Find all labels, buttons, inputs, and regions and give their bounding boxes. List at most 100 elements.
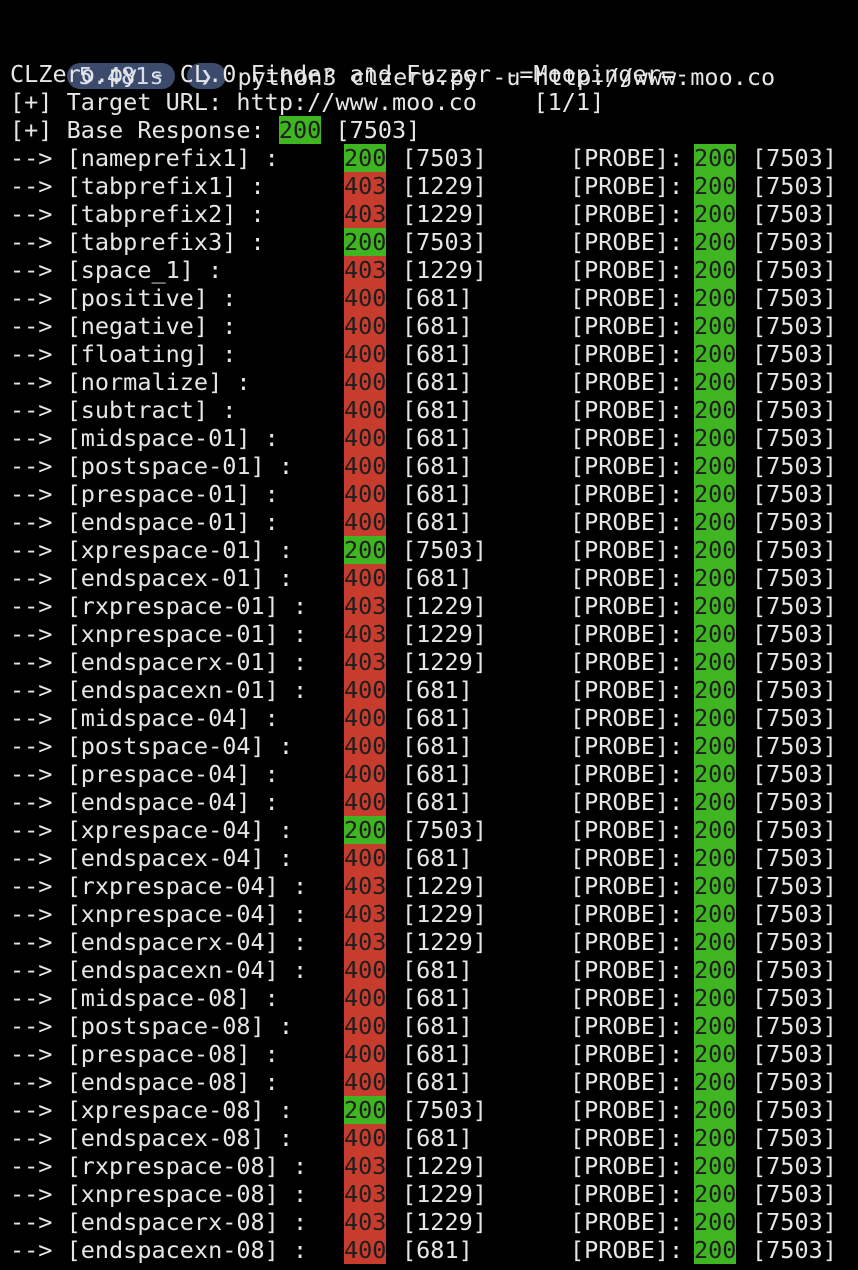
result-name: --> [negative] : bbox=[10, 312, 237, 340]
base-response-label: [+] Base Response: bbox=[10, 116, 265, 144]
result-row: --> [endspacerx-04] : 403 [1229] [PROBE]: 20… bbox=[10, 928, 858, 956]
probe-length: [7503] bbox=[752, 340, 837, 368]
probe-length: [7503] bbox=[752, 1012, 837, 1040]
result-row: --> [endspacex-01] : 400 [681] [PROBE]: 200 [… bbox=[10, 564, 858, 592]
probe-label: [PROBE]: bbox=[570, 704, 684, 732]
probe-length: [7503] bbox=[752, 228, 837, 256]
result-name: --> [prespace-08] : bbox=[10, 1040, 279, 1068]
result-length: [1229] bbox=[402, 172, 487, 200]
probe-label: [PROBE]: bbox=[570, 564, 684, 592]
probe-label: [PROBE]: bbox=[570, 900, 684, 928]
result-row: --> [midspace-08] : 400 [681] [PROBE]: 200 [7… bbox=[10, 984, 858, 1012]
result-name: --> [tabprefix1] : bbox=[10, 172, 265, 200]
probe-status: 200 bbox=[694, 284, 737, 312]
result-length: [681] bbox=[402, 424, 473, 452]
probe-label: [PROBE]: bbox=[570, 620, 684, 648]
result-row: --> [nameprefix1] : 200 [7503] [PROBE]: 200 [… bbox=[10, 144, 858, 172]
probe-length: [7503] bbox=[752, 900, 837, 928]
result-length: [1229] bbox=[402, 928, 487, 956]
probe-length: [7503] bbox=[752, 648, 837, 676]
result-row: --> [endspacexn-04] : 400 [681] [PROBE]: 200… bbox=[10, 956, 858, 984]
result-status: 400 bbox=[344, 284, 387, 312]
result-length: [681] bbox=[402, 1012, 473, 1040]
probe-status: 200 bbox=[694, 480, 737, 508]
probe-length: [7503] bbox=[752, 172, 837, 200]
probe-label: [PROBE]: bbox=[570, 1152, 684, 1180]
probe-length: [7503] bbox=[752, 1124, 837, 1152]
terminal-output[interactable]: 5.481s ❯ python3 clzero.py -u http://www.m… bbox=[10, 30, 858, 1264]
result-length: [681] bbox=[402, 480, 473, 508]
probe-length: [7503] bbox=[752, 396, 837, 424]
result-name: --> [endspace-04] : bbox=[10, 788, 279, 816]
probe-length: [7503] bbox=[752, 508, 837, 536]
result-name: --> [endspacerx-01] : bbox=[10, 648, 308, 676]
prompt-line: 5.481s ❯ python3 clzero.py -u http://www.m… bbox=[10, 30, 858, 91]
result-row: --> [rxprespace-04] : 403 [1229] [PROBE]: 20… bbox=[10, 872, 858, 900]
probe-label: [PROBE]: bbox=[570, 928, 684, 956]
result-length: [1229] bbox=[402, 620, 487, 648]
result-length: [1229] bbox=[402, 592, 487, 620]
probe-label: [PROBE]: bbox=[570, 956, 684, 984]
probe-status: 200 bbox=[694, 816, 737, 844]
result-length: [7503] bbox=[402, 536, 487, 564]
banner-line: CLZero.py - CL.0 Finder and Fuzzer -=Moo… bbox=[10, 60, 690, 88]
probe-status: 200 bbox=[694, 1124, 737, 1152]
result-status: 400 bbox=[344, 564, 387, 592]
result-status: 200 bbox=[344, 536, 387, 564]
result-row: --> [endspace-08] : 400 [681] [PROBE]: 200 [7… bbox=[10, 1068, 858, 1096]
probe-length: [7503] bbox=[752, 144, 837, 172]
probe-label: [PROBE]: bbox=[570, 788, 684, 816]
result-name: --> [endspacex-01] : bbox=[10, 564, 293, 592]
probe-status: 200 bbox=[694, 200, 737, 228]
result-status: 400 bbox=[344, 312, 387, 340]
result-status: 400 bbox=[344, 452, 387, 480]
result-row: --> [endspacex-08] : 400 [681] [PROBE]: 200 [… bbox=[10, 1124, 858, 1152]
probe-length: [7503] bbox=[752, 760, 837, 788]
result-length: [1229] bbox=[402, 1208, 487, 1236]
probe-label: [PROBE]: bbox=[570, 340, 684, 368]
probe-status: 200 bbox=[694, 144, 737, 172]
result-row: --> [midspace-04] : 400 [681] [PROBE]: 200 [7… bbox=[10, 704, 858, 732]
result-row: --> [rxprespace-01] : 403 [1229] [PROBE]: 20… bbox=[10, 592, 858, 620]
target-url-line: [+] Target URL: http://www.moo.co [1/1] bbox=[10, 88, 605, 116]
result-name: --> [endspacerx-04] : bbox=[10, 928, 308, 956]
probe-length: [7503] bbox=[752, 956, 837, 984]
result-name: --> [postspace-04] : bbox=[10, 732, 293, 760]
result-length: [681] bbox=[402, 676, 473, 704]
probe-status: 200 bbox=[694, 340, 737, 368]
probe-status: 200 bbox=[694, 788, 737, 816]
result-row: --> [endspacexn-08] : 400 [681] [PROBE]: 200… bbox=[10, 1236, 858, 1264]
result-status: 200 bbox=[344, 228, 387, 256]
probe-length: [7503] bbox=[752, 592, 837, 620]
result-length: [681] bbox=[402, 452, 473, 480]
result-status: 403 bbox=[344, 900, 387, 928]
probe-length: [7503] bbox=[752, 564, 837, 592]
result-name: --> [endspace-01] : bbox=[10, 508, 279, 536]
result-status: 400 bbox=[344, 396, 387, 424]
result-name: --> [rxprespace-08] : bbox=[10, 1152, 308, 1180]
result-row: --> [postspace-08] : 400 [681] [PROBE]: 200 [… bbox=[10, 1012, 858, 1040]
result-row: --> [postspace-04] : 400 [681] [PROBE]: 200 [… bbox=[10, 732, 858, 760]
probe-status: 200 bbox=[694, 256, 737, 284]
result-row: --> [positive] : 400 [681] [PROBE]: 200 [7503… bbox=[10, 284, 858, 312]
result-length: [681] bbox=[402, 508, 473, 536]
probe-label: [PROBE]: bbox=[570, 1012, 684, 1040]
result-status: 200 bbox=[344, 1096, 387, 1124]
result-length: [681] bbox=[402, 312, 473, 340]
result-row: --> [xnprespace-01] : 403 [1229] [PROBE]: 20… bbox=[10, 620, 858, 648]
result-name: --> [prespace-04] : bbox=[10, 760, 279, 788]
probe-length: [7503] bbox=[752, 480, 837, 508]
probe-label: [PROBE]: bbox=[570, 144, 684, 172]
probe-status: 200 bbox=[694, 312, 737, 340]
probe-length: [7503] bbox=[752, 1040, 837, 1068]
probe-length: [7503] bbox=[752, 620, 837, 648]
result-name: --> [prespace-01] : bbox=[10, 480, 279, 508]
result-length: [1229] bbox=[402, 200, 487, 228]
result-status: 400 bbox=[344, 340, 387, 368]
probe-status: 200 bbox=[694, 1040, 737, 1068]
result-name: --> [xprespace-01] : bbox=[10, 536, 293, 564]
probe-status: 200 bbox=[694, 368, 737, 396]
probe-label: [PROBE]: bbox=[570, 676, 684, 704]
probe-status: 200 bbox=[694, 424, 737, 452]
result-length: [7503] bbox=[402, 816, 487, 844]
